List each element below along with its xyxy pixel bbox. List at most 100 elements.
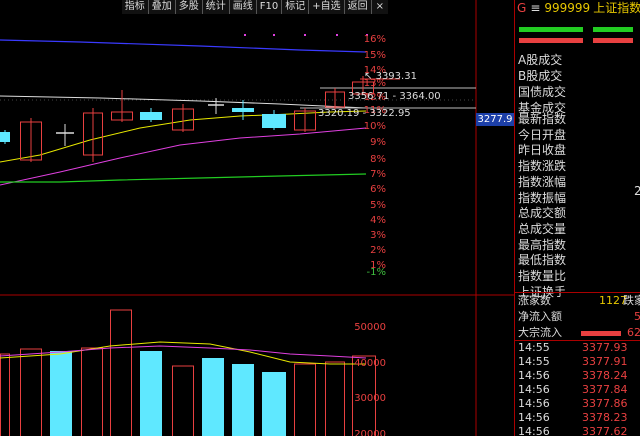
sell-strength-bar-2 [593,38,633,43]
percent-tick: 10% [363,121,386,132]
volume-bar [262,372,286,436]
tick-time: 14:56 [518,411,550,424]
percent-tick: 3% [370,230,386,241]
stat-label: 指数涨幅 [518,174,567,189]
fall-label: 跌家数 [623,294,640,307]
block-inflow-row: 大宗流入 62 [515,325,640,341]
stat-label: 指数涨跌 [518,159,567,174]
toolbar-button-5[interactable]: F10 [255,0,282,14]
gap-lower-annotation: 3320.19 - 3322.95 [318,108,411,119]
stat-label: 总成交额 [518,206,567,221]
tick-price: 3377.93 [582,341,628,354]
volume-bar [0,353,10,436]
stat-label: 最低指数 [518,253,567,268]
breadth-row: 涨家数 1127 跌家数 [515,293,640,309]
candle-body [232,108,254,112]
candle-body [140,112,162,120]
percent-tick: -1% [366,267,386,278]
stat-label: 昨日收盘 [518,143,567,158]
toolbar-button-4[interactable]: 画线 [228,0,256,14]
sell-strength-bar [519,38,583,43]
volume-bar [202,358,224,436]
toolbar-button-7[interactable]: +自选 [308,0,344,14]
volume-tick: 20000 [354,429,386,436]
tick-row: 14:56 3378.24 [515,369,640,383]
tick-row: 14:55 3377.91 [515,355,640,369]
chart-pane[interactable]: 指标 叠加 多股 统计 画线 F10 标记 +自选 返回 × 16% 15% 14% 13% 12% 11%… [0,0,514,436]
stat-label: 最新指数 [518,112,567,126]
net-inflow-row: 净流入额 5 [515,309,640,325]
turnover-list: A股成交 B股成交 国债成交 基金成交 [518,52,566,116]
volume-tick: 40000 [354,358,386,369]
close-icon[interactable]: × [370,0,388,14]
volume-tick: 50000 [354,322,386,333]
stat-label: 指数振幅 [518,190,567,205]
index-name: 上证指数 [593,1,640,15]
stat-label: 国债成交 [518,85,567,99]
toolbar-button-8[interactable]: 返回 [343,0,371,14]
menu-icon[interactable]: ≡ [530,1,540,15]
percent-tick: 8% [370,154,386,165]
toolbar-button-2[interactable]: 多股 [174,0,202,14]
tick-row: 14:56 3378.23 [515,411,640,425]
toolbar-button-6[interactable]: 标记 [281,0,309,14]
tick-price: 3377.84 [582,383,628,396]
volume-bar [50,351,72,436]
high-arrow-icon: ↖ [364,71,373,82]
tick-time: 14:56 [518,383,550,396]
net-inflow-label: 净流入额 [518,310,562,323]
volume-chart[interactable] [0,296,514,436]
rise-label: 涨家数 [518,294,551,307]
toolbar-button-1[interactable]: 叠加 [147,0,175,14]
ma-line-blue [0,39,367,53]
group-badge[interactable]: G [517,1,526,15]
tick-row: 14:56 3377.86 [515,397,640,411]
kline-chart[interactable] [0,0,514,296]
percent-tick: 4% [370,215,386,226]
chart-toolbar: 指标 叠加 多股 统计 画线 F10 标记 +自选 返回 × [121,0,388,14]
block-inflow-label: 大宗流入 [518,326,562,339]
toolbar-button-0[interactable]: 指标 [121,0,148,14]
tick-price: 3378.24 [582,369,628,382]
tick-row: 14:56 3377.84 [515,383,640,397]
percent-tick: 15% [363,50,386,61]
stat-label: 今日开盘 [518,127,567,142]
tick-time: 14:56 [518,397,550,410]
stat-label: 指数量比 [518,269,567,284]
signal-marker [336,34,338,36]
buy-strength-bar-2 [593,27,633,32]
volume-bar [110,309,132,436]
tick-list[interactable]: 14:55 3377.93 14:55 3377.91 14:56 3378.24 14:5… [515,340,640,436]
signal-marker [304,34,306,36]
stat-label: A股成交 [518,53,563,67]
volume-bar [20,348,42,436]
market-summary: 涨家数 1127 跌家数 净流入额 5 大宗流入 62 [515,292,640,341]
volume-bar [172,365,194,436]
stat-label: 最高指数 [518,237,567,252]
volume-bar [140,351,162,436]
percent-tick: 6% [370,184,386,195]
buy-strength-bar [519,27,583,32]
tick-price: 3377.91 [582,355,628,368]
tick-price: 3377.86 [582,397,628,410]
block-inflow-bar [581,331,621,336]
stat-trailing-value: 2 [634,184,640,198]
tick-time: 14:56 [518,425,550,436]
percent-tick: 16% [363,34,386,45]
signal-marker [244,34,246,36]
volume-tick: 30000 [354,393,386,404]
gap-upper-annotation: 3356.71 - 3364.00 [348,91,441,102]
tick-time: 14:55 [518,341,550,354]
block-inflow-value: 62 [627,326,640,339]
toolbar-button-3[interactable]: 统计 [201,0,229,14]
candle-body [262,114,286,128]
quote-info-panel: G ≡ 999999 上证指数 A股成交 B股成交 国债成交 基金成交 最新指数 今日开盘 昨日… [514,0,640,436]
volume-bar [232,364,254,436]
volume-bar [81,347,103,436]
ma-line-green [0,173,367,183]
current-price-tag: 3277.9 [476,113,514,126]
tick-price: 3377.62 [582,425,628,436]
high-annotation: ↖ 3393.31 [364,71,417,83]
ma-line-magenta [0,127,367,186]
stat-label: 总成交量 [518,221,567,236]
